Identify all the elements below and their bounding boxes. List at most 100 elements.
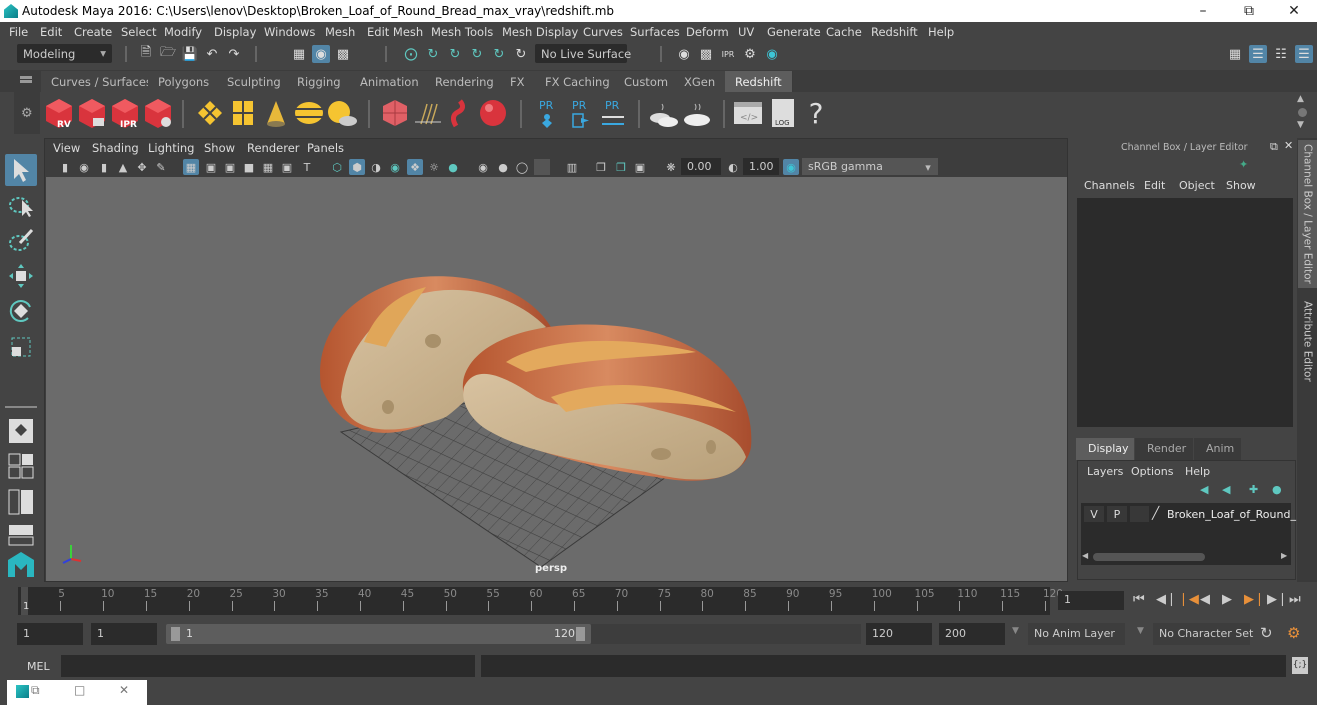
shelf-tab-rendering[interactable]: Rendering [425, 71, 505, 92]
maximize-icon[interactable]: □ [74, 683, 85, 697]
channel-box-menu-edit[interactable]: Edit [1144, 179, 1165, 192]
restore-icon[interactable]: ⧉ [31, 683, 40, 698]
command-input[interactable] [61, 655, 475, 677]
channel-box-menu-show[interactable]: Show [1226, 179, 1256, 192]
menu-file[interactable]: File [9, 25, 28, 39]
hypershade-icon[interactable]: ◉ [763, 45, 781, 63]
bake-batch-icon[interactable] [648, 96, 680, 130]
rs-material-icon[interactable] [477, 96, 509, 130]
screen-space-ao-icon[interactable]: ◉ [475, 159, 491, 175]
snap-view-plane-icon[interactable]: ↻ [468, 45, 486, 63]
safe-title-icon[interactable]: T [299, 159, 315, 175]
viewport-menu-view[interactable]: View [53, 141, 80, 155]
go-to-start-icon[interactable]: ⏮ [1133, 592, 1145, 607]
menu-help[interactable]: Help [928, 25, 954, 39]
snap-curve-icon[interactable]: ↻ [424, 45, 442, 63]
play-forwards-icon[interactable]: ▶ [1222, 592, 1232, 607]
auto-key-icon[interactable]: ↻ [1260, 624, 1273, 642]
viewport-menu-shading[interactable]: Shading [92, 141, 139, 155]
menu-mesh-tools[interactable]: Mesh Tools [431, 25, 493, 39]
animation-start-field[interactable]: 1 [17, 623, 83, 645]
move-tool-icon[interactable] [5, 260, 37, 292]
animation-end-field[interactable]: 200 [939, 623, 1005, 645]
channel-box-menu-channels[interactable]: Channels [1084, 179, 1135, 192]
wireframe-on-shaded-icon[interactable]: ◑ [368, 159, 384, 175]
mel-label[interactable]: MEL [27, 660, 50, 673]
anti-aliasing-icon[interactable]: ◯ [514, 159, 530, 175]
move-layer-up-icon[interactable]: ◀ [1200, 483, 1208, 496]
viewport-menu-lighting[interactable]: Lighting [148, 141, 194, 155]
select-component-icon[interactable]: ▩ [334, 45, 352, 63]
wireframe-icon[interactable]: ⬡ [329, 159, 345, 175]
viewport-menu-show[interactable]: Show [204, 141, 235, 155]
shelf-tab-animation[interactable]: Animation [350, 71, 430, 92]
shadows-icon[interactable]: ● [445, 159, 461, 175]
arrow-up-icon[interactable]: ▲ [1297, 94, 1304, 104]
new-scene-icon[interactable]: 🗎 [137, 45, 155, 63]
tool-settings-icon[interactable]: ☷ [1272, 45, 1290, 63]
layer-tab-anim[interactable]: Anim [1194, 438, 1241, 460]
step-back-key-icon[interactable]: ❘◀ [1178, 592, 1199, 607]
side-tab-attribute-editor[interactable]: Attribute Editor [1298, 296, 1317, 386]
arrow-right-icon[interactable]: ▶ [1281, 551, 1287, 560]
minimize-button[interactable]: – [1180, 0, 1226, 22]
menu-display[interactable]: Display [214, 25, 256, 39]
ipr-render-icon[interactable]: IPR [719, 45, 737, 63]
render-settings-icon[interactable]: ⚙ [741, 45, 759, 63]
textured-icon[interactable]: ❖ [407, 159, 423, 175]
attribute-editor-toggle-icon[interactable]: ☰ [1249, 45, 1267, 63]
safe-action-icon[interactable]: ▣ [279, 159, 295, 175]
layer-name[interactable]: Broken_Loaf_of_Round_ [1167, 508, 1296, 521]
isolate-select-icon[interactable]: ▥ [564, 159, 580, 175]
modeling-toolkit-icon[interactable]: ▦ [1226, 45, 1244, 63]
gear-icon[interactable]: ⚙ [21, 106, 33, 121]
shelf-tab-sculpting[interactable]: Sculpting [217, 71, 292, 92]
select-tool-icon[interactable] [5, 154, 37, 186]
persp-graph-layout-icon[interactable] [5, 519, 37, 551]
layer-visibility-toggle[interactable]: V [1084, 506, 1104, 522]
open-scene-icon[interactable]: 🗁 [159, 45, 177, 63]
layer-tab-render[interactable]: Render [1135, 438, 1193, 460]
menu-generate[interactable]: Generate [767, 25, 821, 39]
move-layer-down-icon[interactable]: ◀ [1222, 483, 1230, 496]
smooth-shade-icon[interactable]: ⬢ [349, 159, 365, 175]
shelf-tab-redshift[interactable]: Redshift [725, 71, 793, 92]
rs-light-portal-icon[interactable] [194, 96, 226, 130]
rs-proxy-icon[interactable] [379, 96, 411, 130]
rs-spot-light-icon[interactable] [260, 96, 292, 130]
make-live-icon[interactable]: ↻ [512, 45, 530, 63]
exposure-icon[interactable]: ❋ [663, 159, 679, 175]
four-view-layout-icon[interactable] [5, 450, 37, 482]
shelf-scroll[interactable]: ▲ ▼ [1296, 94, 1308, 132]
select-object-icon[interactable]: ◉ [312, 45, 330, 63]
paint-select-tool-icon[interactable] [5, 224, 37, 256]
layer-playback-toggle[interactable]: P [1107, 506, 1127, 522]
scale-tool-icon[interactable] [5, 331, 37, 363]
redo-icon[interactable]: ↷ [225, 45, 243, 63]
menu-surfaces[interactable]: Surfaces [630, 25, 680, 39]
select-hierarchy-icon[interactable]: ▦ [290, 45, 308, 63]
menu-edit-mesh[interactable]: Edit Mesh [367, 25, 423, 39]
camera-attributes-icon[interactable]: ◉ [76, 159, 92, 175]
use-all-lights-icon[interactable]: ☼ [426, 159, 442, 175]
lasso-tool-icon[interactable] [5, 189, 37, 221]
new-layer-from-selected-icon[interactable]: ● [1272, 483, 1282, 496]
menu-modify[interactable]: Modify [164, 25, 202, 39]
rs-sun-sky-icon[interactable] [326, 96, 358, 130]
exposure-field[interactable]: 0.00 [681, 158, 721, 175]
3d-viewport[interactable]: persp [46, 177, 1067, 581]
undo-icon[interactable]: ↶ [203, 45, 221, 63]
color-space-dropdown[interactable]: sRGB gamma [802, 158, 938, 175]
viewport-menu-panels[interactable]: Panels [307, 141, 344, 155]
log-icon[interactable]: LOG [767, 96, 799, 130]
shelf-tab-xgen[interactable]: XGen [674, 71, 727, 92]
shelf-tab-curves-surfaces[interactable]: Curves / Surfaces [41, 71, 163, 92]
layer-horizontal-scrollbar[interactable]: ◀ ▶ [1081, 551, 1291, 563]
bookmark-icon[interactable]: ▮ [96, 159, 112, 175]
step-forward-frame-icon[interactable]: ▶❘ [1267, 592, 1288, 607]
save-scene-icon[interactable]: 💾 [181, 45, 199, 63]
arrow-left-icon[interactable]: ◀ [1082, 551, 1088, 560]
shelf-tab-custom[interactable]: Custom [614, 71, 680, 92]
chevron-down-icon[interactable]: ▾ [920, 159, 936, 175]
layer-menu-layers[interactable]: Layers [1087, 465, 1123, 478]
